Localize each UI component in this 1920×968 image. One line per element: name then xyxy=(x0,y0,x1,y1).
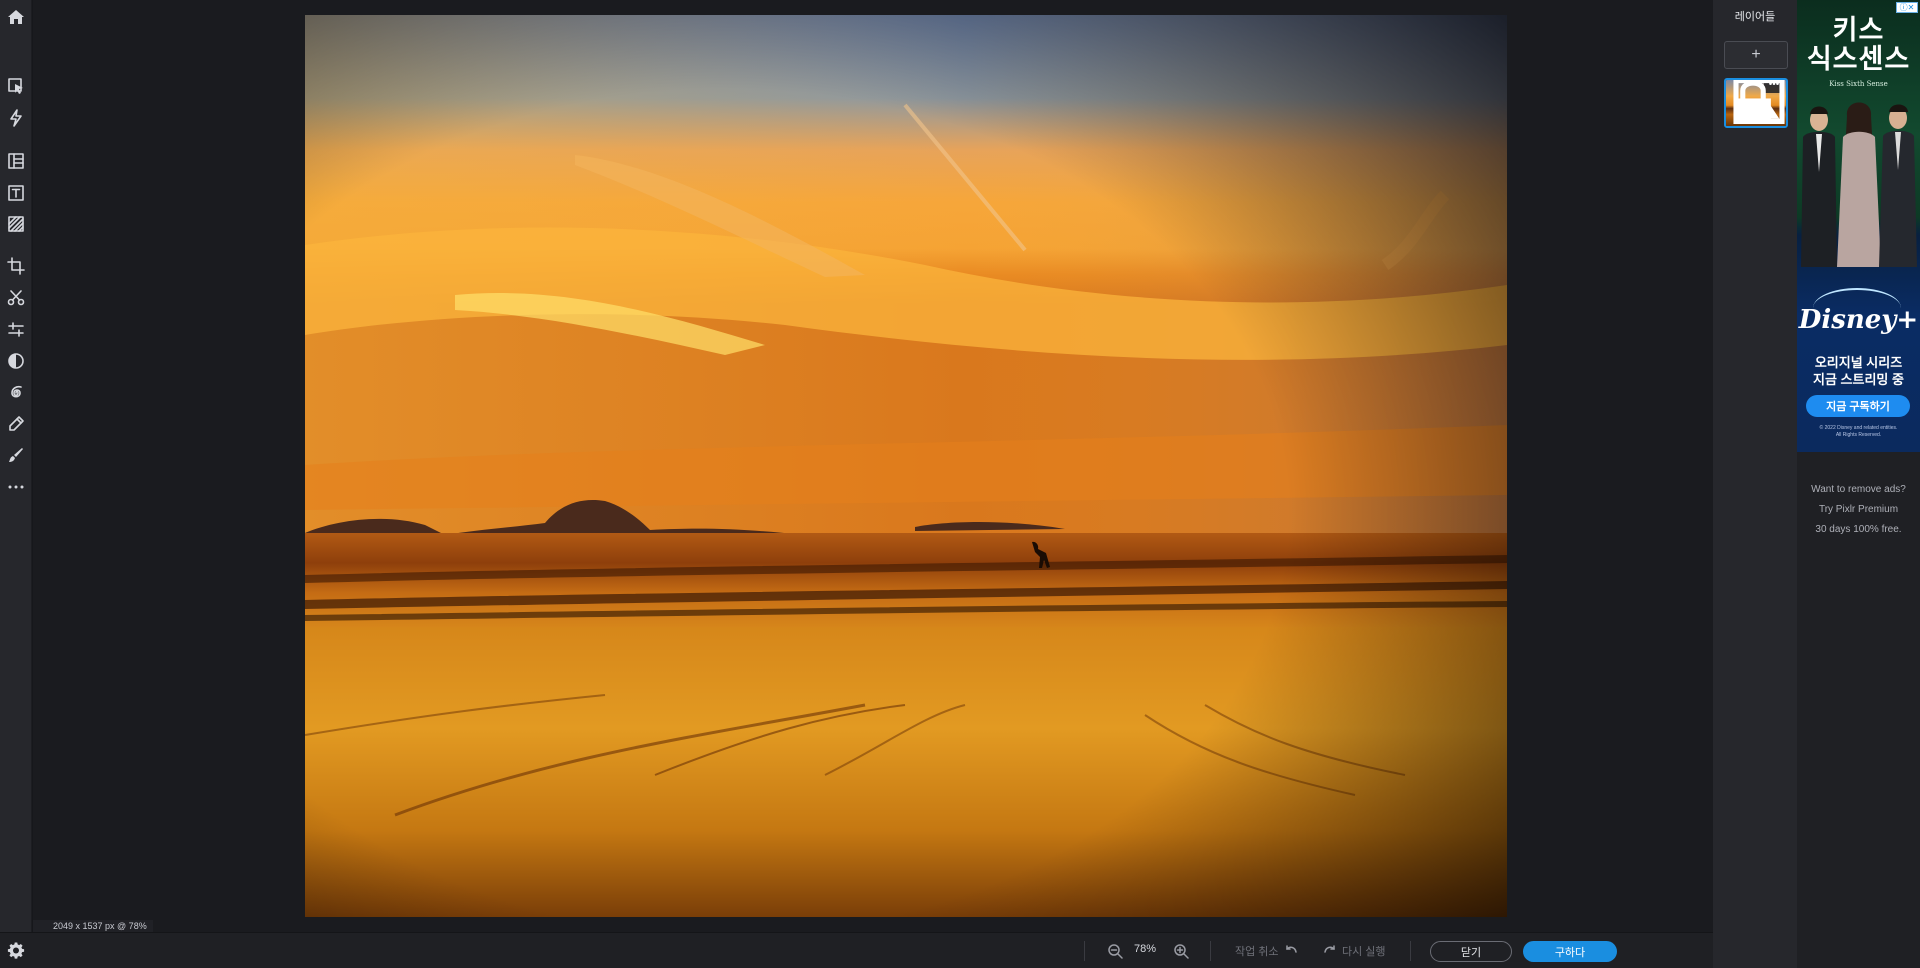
crop-icon[interactable] xyxy=(4,254,28,278)
cutout-icon[interactable] xyxy=(4,286,28,310)
save-button[interactable]: 구하다 xyxy=(1523,941,1617,962)
text-icon[interactable] xyxy=(4,181,28,205)
add-layer-button[interactable]: + xyxy=(1724,41,1788,69)
ad-close-icon[interactable]: ⓘ✕ xyxy=(1896,2,1918,13)
promo-line3: 30 days 100% free. xyxy=(1815,524,1902,535)
workspace: 2049 x 1537 px @ 78% › xyxy=(33,0,1747,933)
layers-panel-title: 레이어들 xyxy=(1734,11,1776,23)
plus-icon: + xyxy=(1751,46,1761,63)
premium-promo[interactable]: Want to remove ads? Try Pixlr Premium 30… xyxy=(1797,480,1920,540)
layout-template-icon[interactable] xyxy=(4,149,28,173)
undo-button[interactable]: 작업 취소 xyxy=(1235,942,1299,960)
ad-cast-image xyxy=(1801,102,1917,267)
ad-brand-logo: Disney+ xyxy=(1798,305,1919,335)
ad-subscribe-button[interactable]: 지금 구독하기 xyxy=(1806,395,1910,417)
divider xyxy=(1210,941,1211,961)
ad-panel: ⓘ✕ 키스 식스센스 Kiss Sixth Sense Disney+ 오리지널… xyxy=(1797,0,1920,968)
divider xyxy=(1084,941,1085,961)
ad-show-title-line1: 키스 xyxy=(1832,15,1885,46)
ad-show-title: 키스 식스센스 xyxy=(1797,16,1920,74)
more-icon[interactable] xyxy=(4,475,28,499)
quick-fix-icon[interactable] xyxy=(4,106,28,130)
promo-line1: Want to remove ads? xyxy=(1811,484,1906,495)
ad-legal-line1: © 2022 Disney and related entities. xyxy=(1819,425,1898,431)
liquify-icon[interactable] xyxy=(4,381,28,405)
draw-icon[interactable] xyxy=(4,443,28,467)
divider xyxy=(1410,941,1411,961)
pixlr-editor: 2049 x 1537 px @ 78% › 78% 작업 취소 다시 실행 닫… xyxy=(0,0,1920,968)
ad-legal-line2: All Rights Reserved. xyxy=(1835,432,1882,438)
layers-panel: 레이어들 + ••• xyxy=(1713,0,1797,968)
promo-line2: Try Pixlr Premium xyxy=(1818,504,1899,515)
lock-icon[interactable] xyxy=(1724,78,1783,124)
redo-button[interactable]: 다시 실행 xyxy=(1322,942,1386,960)
ad-show-title-line2: 식스센스 xyxy=(1806,44,1911,75)
texture-icon[interactable] xyxy=(4,212,28,236)
canvas-image[interactable] xyxy=(305,15,1507,917)
zoom-out-icon[interactable] xyxy=(1107,943,1123,959)
adjust-icon[interactable] xyxy=(4,318,28,342)
ad-show-title-en: Kiss Sixth Sense xyxy=(1829,80,1888,88)
retouch-icon[interactable] xyxy=(4,412,28,436)
redo-label: 다시 실행 xyxy=(1342,946,1386,958)
arrange-select-icon[interactable] xyxy=(4,74,28,98)
zoom-in-icon[interactable] xyxy=(1173,943,1189,959)
left-toolbar xyxy=(0,0,32,968)
undo-label: 작업 취소 xyxy=(1235,946,1279,958)
bottom-bar: 78% 작업 취소 다시 실행 닫기 구하다 xyxy=(0,932,1713,968)
zoom-level[interactable]: 78% xyxy=(1134,943,1156,955)
redo-icon xyxy=(1322,943,1338,959)
undo-icon xyxy=(1283,943,1299,959)
ad-subtitle-line2: 지금 스트리밍 중 xyxy=(1813,372,1904,387)
home-icon[interactable] xyxy=(4,5,28,29)
close-button[interactable]: 닫기 xyxy=(1430,941,1512,962)
filter-icon[interactable] xyxy=(4,349,28,373)
settings-gear-icon[interactable] xyxy=(7,942,25,960)
ad-banner[interactable]: ⓘ✕ 키스 식스센스 Kiss Sixth Sense Disney+ 오리지널… xyxy=(1797,0,1920,452)
layer-item-background[interactable]: ••• xyxy=(1724,78,1788,128)
